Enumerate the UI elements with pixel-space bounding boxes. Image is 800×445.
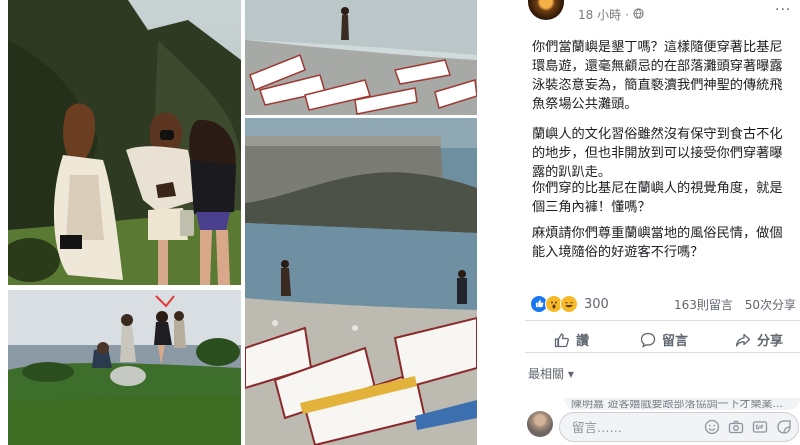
post-paragraph-2: 蘭嶼人的文化習俗雖然沒有保守到食古不化的地步，但也非開放到可以接受你們穿著曝露的…: [532, 127, 783, 180]
thumbs-up-icon: [554, 332, 569, 347]
like-label: 讚: [576, 334, 590, 349]
share-label: 分享: [757, 334, 784, 349]
comment-bubble-icon: [640, 332, 656, 348]
comment-label: 留言: [662, 334, 689, 349]
photo-women-cliff[interactable]: [8, 0, 241, 285]
emoji-icon[interactable]: [704, 419, 720, 435]
photo-group-seaside[interactable]: [8, 290, 241, 445]
like-button[interactable]: 讚: [554, 330, 589, 349]
comment-count[interactable]: 163則留言: [674, 298, 733, 312]
comment-input[interactable]: [570, 419, 704, 436]
share-count[interactable]: 50次分享: [745, 298, 796, 312]
sticker-icon[interactable]: [776, 419, 792, 435]
reaction-summary[interactable]: 300: [530, 295, 609, 313]
divider-bottom: [525, 352, 800, 353]
viewer-avatar: [527, 411, 553, 437]
comment-composer[interactable]: [559, 412, 799, 442]
engagement-counts: 163則留言 50次分享: [666, 296, 796, 313]
post-paragraph-1: 你們當蘭嶼是墾丁嗎？這樣隨便穿著比基尼環島遊，還毫無顧忌的在部落灘頭穿著曝露泳裝…: [532, 40, 783, 112]
camera-icon[interactable]: [728, 419, 744, 435]
dot-separator: ·: [625, 7, 629, 22]
caret-down-icon: ▾: [567, 367, 574, 381]
reaction-count: 300: [584, 296, 609, 312]
share-button[interactable]: 分享: [735, 330, 783, 349]
composer-icons: [704, 419, 792, 435]
share-arrow-icon: [735, 333, 751, 347]
comment-sort-dropdown[interactable]: 最相關 ▾: [528, 365, 574, 382]
divider-top: [525, 320, 800, 321]
gif-icon[interactable]: [752, 419, 768, 435]
sort-label: 最相關: [528, 367, 565, 381]
photo-breakwater-bay[interactable]: [245, 118, 477, 445]
post-paragraph-3: 你們穿的比基尼在蘭嶼人的視覺角度，就是個三角內褲！懂嗎？: [532, 181, 783, 215]
post-meta: 18 小時 ·: [578, 6, 644, 23]
photo-collage: [0, 0, 515, 445]
comment-button[interactable]: 留言: [640, 330, 688, 349]
more-options-button[interactable]: ···: [775, 2, 791, 18]
photo-beach-boats-top[interactable]: [245, 0, 477, 115]
globe-icon: [633, 7, 644, 22]
haha-icon: [560, 295, 578, 313]
post-paragraph-4: 麻煩請你們尊重蘭嶼當地的風俗民情，做個能入境隨俗的好遊客不行嗎？: [532, 226, 783, 260]
post-time[interactable]: 18 小時: [578, 6, 621, 23]
